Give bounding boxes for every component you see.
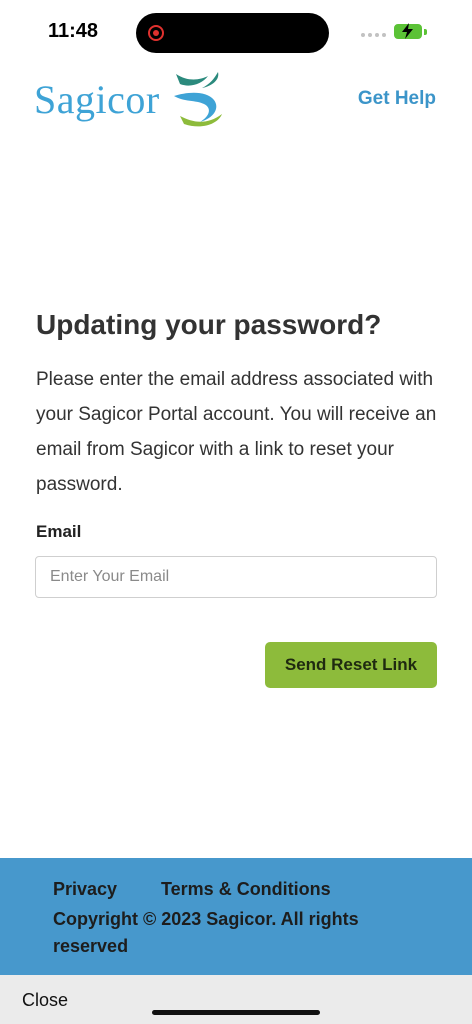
- logo-text: Sagicor: [34, 76, 160, 122]
- page-description: Please enter the email address associate…: [36, 369, 437, 495]
- status-time: 11:48: [48, 20, 99, 42]
- sagicor-logo-mark: [173, 72, 222, 127]
- page-title: Updating your password?: [36, 309, 382, 340]
- record-icon: [148, 25, 164, 41]
- get-help-link[interactable]: Get Help: [358, 88, 436, 110]
- email-input[interactable]: [35, 556, 437, 598]
- close-button[interactable]: Close: [22, 990, 68, 1011]
- terms-link[interactable]: Terms & Conditions: [161, 879, 331, 900]
- battery-charging-icon: [394, 23, 422, 39]
- browser-bottom-bar: Close: [0, 975, 472, 1024]
- status-bar: 11:48: [0, 0, 472, 64]
- send-reset-link-button[interactable]: Send Reset Link: [265, 642, 437, 688]
- email-label: Email: [36, 522, 82, 541]
- copyright-text: Copyright © 2023 Sagicor. All rights res…: [53, 909, 359, 956]
- home-indicator[interactable]: [152, 1010, 320, 1015]
- footer: Privacy Terms & Conditions Copyright © 2…: [0, 858, 472, 975]
- privacy-link[interactable]: Privacy: [53, 879, 117, 900]
- battery-tip: [424, 29, 427, 35]
- signal-icon: [361, 33, 386, 37]
- sagicor-logo: Sagicor: [34, 70, 226, 128]
- dynamic-island: [136, 13, 329, 53]
